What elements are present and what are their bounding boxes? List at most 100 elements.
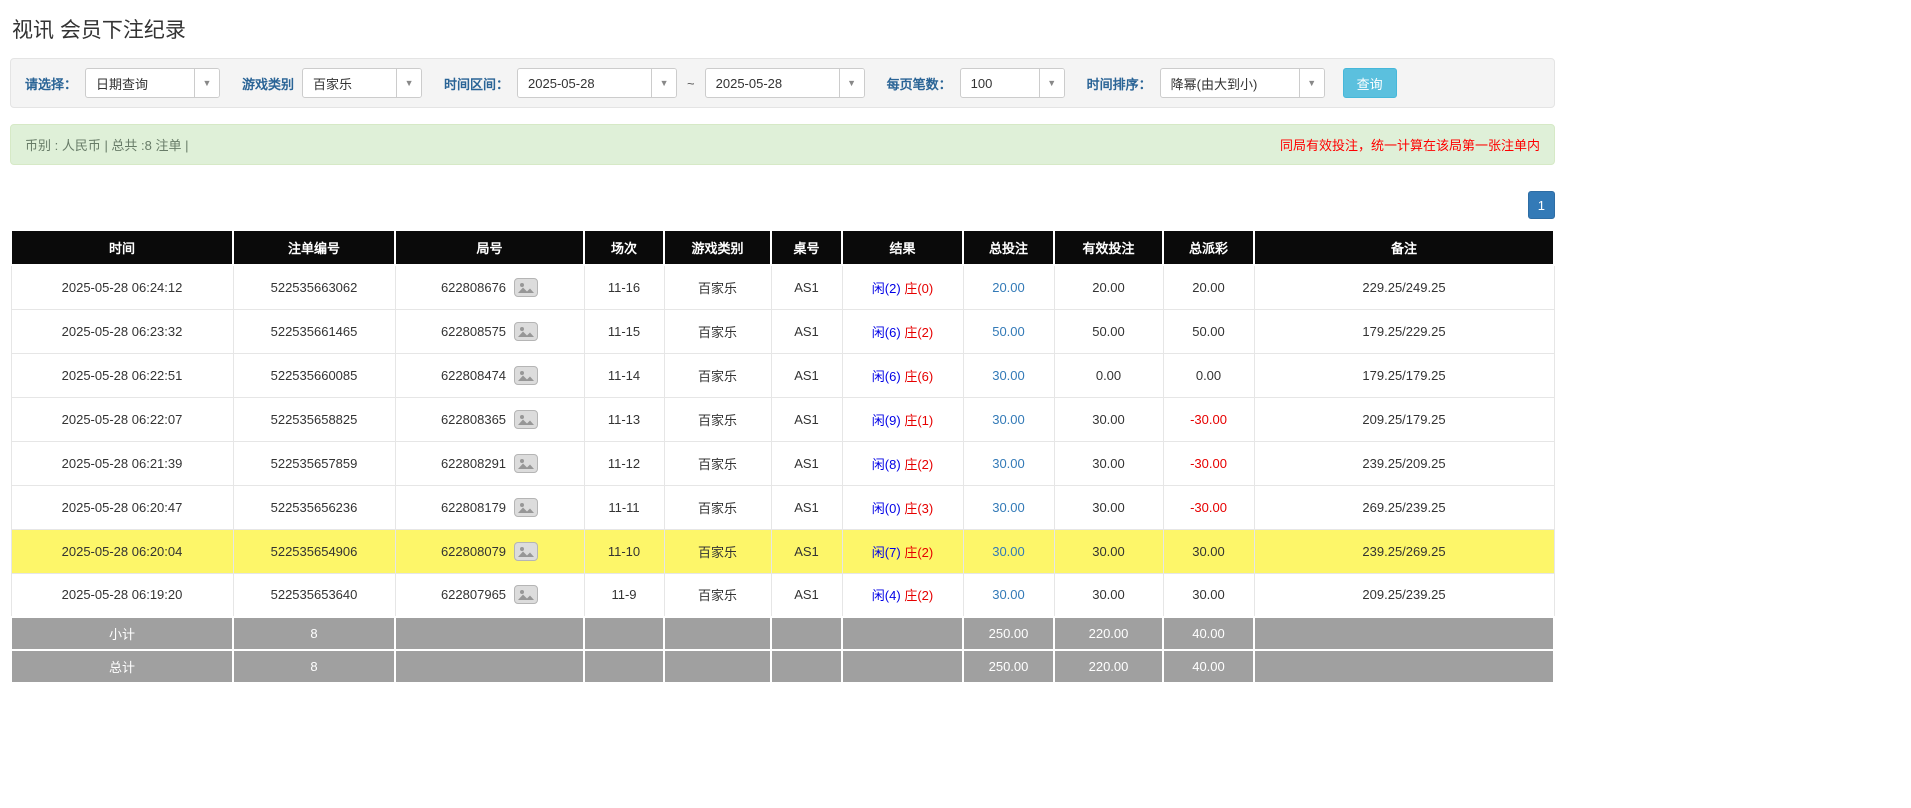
search-button[interactable]: 查询 bbox=[1343, 68, 1397, 98]
cell-note: 229.25/249.25 bbox=[1254, 265, 1554, 309]
cell-bet-id: 522535658825 bbox=[233, 397, 395, 441]
cell-note: 239.25/209.25 bbox=[1254, 441, 1554, 485]
cell-bet-id: 522535653640 bbox=[233, 573, 395, 617]
date-to-value: 2025-05-28 bbox=[706, 69, 839, 97]
cell-time: 2025-05-28 06:21:39 bbox=[11, 441, 233, 485]
cell-valid-bet: 50.00 bbox=[1054, 309, 1163, 353]
page-size-select[interactable]: 100 ▼ bbox=[960, 68, 1065, 98]
player-result: 闲(4) bbox=[872, 588, 901, 603]
cell-session: 11-15 bbox=[584, 309, 664, 353]
payout-value: -30.00 bbox=[1190, 500, 1227, 515]
cell-note: 179.25/179.25 bbox=[1254, 353, 1554, 397]
banker-result: 庄(2) bbox=[904, 588, 933, 603]
player-result: 闲(9) bbox=[872, 413, 901, 428]
subtotal-empty-cell bbox=[584, 617, 664, 650]
banker-result: 庄(1) bbox=[904, 413, 933, 428]
video-replay-icon[interactable] bbox=[514, 454, 538, 473]
table-header: 时间 注单编号 局号 场次 游戏类别 桌号 结果 总投注 有效投注 总派彩 备注 bbox=[11, 230, 1554, 265]
cell-game-type: 百家乐 bbox=[664, 441, 771, 485]
header-bet-id: 注单编号 bbox=[233, 230, 395, 265]
bet-record-row: 2025-05-28 06:22:51522535660085622808474… bbox=[11, 353, 1554, 397]
cell-session: 11-13 bbox=[584, 397, 664, 441]
chevron-down-icon[interactable]: ▼ bbox=[1299, 69, 1324, 97]
header-table-no: 桌号 bbox=[771, 230, 842, 265]
total-valid-bet: 220.00 bbox=[1054, 650, 1163, 683]
subtotal-empty-cell bbox=[842, 617, 963, 650]
valid-bet-notice: 同局有效投注，统一计算在该局第一张注单内 bbox=[1280, 135, 1540, 154]
cell-session: 11-10 bbox=[584, 529, 664, 573]
round-number: 622808079 bbox=[441, 544, 506, 559]
cell-round: 622808179 bbox=[395, 485, 584, 529]
total-bet-link[interactable]: 20.00 bbox=[992, 280, 1025, 295]
header-total-bet: 总投注 bbox=[963, 230, 1054, 265]
banker-result: 庄(2) bbox=[904, 325, 933, 340]
video-replay-icon[interactable] bbox=[514, 278, 538, 297]
cell-result: 闲(6) 庄(2) bbox=[842, 309, 963, 353]
chevron-down-icon[interactable]: ▼ bbox=[396, 69, 421, 97]
cell-game-type: 百家乐 bbox=[664, 265, 771, 309]
total-bet-link[interactable]: 30.00 bbox=[992, 368, 1025, 383]
cell-time: 2025-05-28 06:20:47 bbox=[11, 485, 233, 529]
chevron-down-icon[interactable]: ▼ bbox=[194, 69, 219, 97]
cell-game-type: 百家乐 bbox=[664, 309, 771, 353]
cell-result: 闲(6) 庄(6) bbox=[842, 353, 963, 397]
video-replay-icon[interactable] bbox=[514, 585, 538, 604]
cell-table-no: AS1 bbox=[771, 441, 842, 485]
game-type-select[interactable]: 百家乐 ▼ bbox=[302, 68, 422, 98]
page-1-button[interactable]: 1 bbox=[1528, 191, 1555, 219]
cell-session: 11-9 bbox=[584, 573, 664, 617]
total-bet-link[interactable]: 30.00 bbox=[992, 500, 1025, 515]
cell-result: 闲(7) 庄(2) bbox=[842, 529, 963, 573]
chevron-down-icon[interactable]: ▼ bbox=[651, 69, 676, 97]
page-container: 视讯 会员下注纪录 请选择： 日期查询 ▼ 游戏类别 百家乐 ▼ 时间区间： 2… bbox=[0, 0, 1565, 704]
cell-payout: -30.00 bbox=[1163, 397, 1254, 441]
round-number: 622808474 bbox=[441, 368, 506, 383]
cell-total-bet: 30.00 bbox=[963, 529, 1054, 573]
payout-value: 30.00 bbox=[1192, 587, 1225, 602]
bet-records-table: 时间 注单编号 局号 场次 游戏类别 桌号 结果 总投注 有效投注 总派彩 备注… bbox=[10, 229, 1555, 684]
video-replay-icon[interactable] bbox=[514, 498, 538, 517]
video-replay-icon[interactable] bbox=[514, 410, 538, 429]
banker-result: 庄(6) bbox=[904, 369, 933, 384]
cell-table-no: AS1 bbox=[771, 485, 842, 529]
date-range-label: 时间区间： bbox=[444, 74, 509, 93]
header-payout: 总派彩 bbox=[1163, 230, 1254, 265]
cell-valid-bet: 0.00 bbox=[1054, 353, 1163, 397]
cell-game-type: 百家乐 bbox=[664, 529, 771, 573]
video-replay-icon[interactable] bbox=[514, 542, 538, 561]
cell-game-type: 百家乐 bbox=[664, 573, 771, 617]
total-bet-link[interactable]: 50.00 bbox=[992, 324, 1025, 339]
date-from-select[interactable]: 2025-05-28 ▼ bbox=[517, 68, 677, 98]
time-sort-select[interactable]: 降幂(由大到小) ▼ bbox=[1160, 68, 1325, 98]
cell-bet-id: 522535663062 bbox=[233, 265, 395, 309]
total-payout: 40.00 bbox=[1163, 650, 1254, 683]
chevron-down-icon[interactable]: ▼ bbox=[839, 69, 864, 97]
cell-bet-id: 522535654906 bbox=[233, 529, 395, 573]
cell-table-no: AS1 bbox=[771, 529, 842, 573]
total-bet-link[interactable]: 30.00 bbox=[992, 587, 1025, 602]
cell-total-bet: 20.00 bbox=[963, 265, 1054, 309]
round-number: 622808179 bbox=[441, 500, 506, 515]
total-bet-link[interactable]: 30.00 bbox=[992, 412, 1025, 427]
query-type-select[interactable]: 日期查询 ▼ bbox=[85, 68, 220, 98]
payout-value: 30.00 bbox=[1192, 544, 1225, 559]
cell-result: 闲(8) 庄(2) bbox=[842, 441, 963, 485]
cell-result: 闲(4) 庄(2) bbox=[842, 573, 963, 617]
payout-value: -30.00 bbox=[1190, 412, 1227, 427]
total-empty-cell bbox=[842, 650, 963, 683]
cell-note: 209.25/179.25 bbox=[1254, 397, 1554, 441]
round-number: 622807965 bbox=[441, 587, 506, 602]
video-replay-icon[interactable] bbox=[514, 322, 538, 341]
date-to-select[interactable]: 2025-05-28 ▼ bbox=[705, 68, 865, 98]
video-replay-icon[interactable] bbox=[514, 366, 538, 385]
player-result: 闲(6) bbox=[872, 325, 901, 340]
chevron-down-icon[interactable]: ▼ bbox=[1039, 69, 1064, 97]
select-type-label: 请选择： bbox=[25, 74, 77, 93]
cell-valid-bet: 30.00 bbox=[1054, 485, 1163, 529]
subtotal-empty-cell bbox=[664, 617, 771, 650]
cell-total-bet: 30.00 bbox=[963, 441, 1054, 485]
banker-result: 庄(2) bbox=[904, 457, 933, 472]
total-bet-link[interactable]: 30.00 bbox=[992, 544, 1025, 559]
total-bet-link[interactable]: 30.00 bbox=[992, 456, 1025, 471]
cell-round: 622808575 bbox=[395, 309, 584, 353]
